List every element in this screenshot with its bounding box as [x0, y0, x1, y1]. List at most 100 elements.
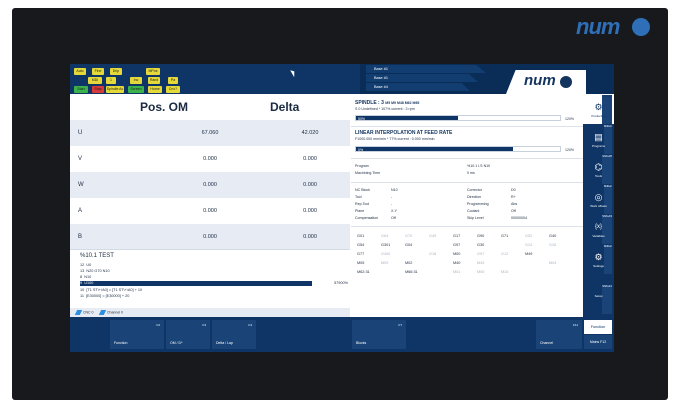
settings-gear-icon: ⚙ — [594, 252, 603, 262]
menu-work-offsets[interactable]: Shift+F ◎ Work offsets — [583, 184, 614, 214]
pa-button[interactable]: Pa — [168, 77, 178, 84]
info-label: Plane — [355, 209, 365, 213]
spindle-title: SPINDLE : 3 — [355, 100, 384, 106]
axis-position: 0.000 — [203, 234, 217, 240]
interp-subtitle: F1000.000 mm/min * 77% current : 0.000 m… — [355, 137, 435, 141]
stop-button[interactable]: Stop — [92, 86, 104, 93]
channel-cnc[interactable]: CNC 0 — [74, 310, 94, 315]
info-label: NC Block — [355, 188, 370, 192]
modal-code: M02 — [405, 261, 413, 265]
start-button[interactable]: Start — [74, 86, 88, 93]
axis-delta: 0.000 — [303, 234, 317, 240]
modal-code: M40 — [453, 261, 461, 265]
status-panel: SPINDLE : 3 M5 M9 M48 M62 M65 S 0 Undefi… — [351, 94, 583, 317]
modal-code: G04 — [405, 243, 413, 247]
program-line[interactable]: 11 [E30000] = [E30000] + 20 — [80, 294, 240, 299]
info-value: N10 — [391, 188, 398, 192]
home-button[interactable]: Home — [148, 86, 162, 93]
program-tab-1[interactable]: Base #1 — [366, 65, 486, 73]
modal-code: M09 — [381, 261, 389, 265]
info-label: Corrector — [467, 188, 482, 192]
axis-delta: 42.020 — [301, 130, 319, 136]
modal-code: G24 — [525, 243, 533, 247]
modal-code: M04 — [549, 261, 557, 265]
axis-row: U 67.060 42.020 — [70, 120, 350, 146]
machining-time-value: 0 ms — [467, 171, 475, 175]
axis-position: 0.000 — [203, 156, 217, 162]
modal-code: G01 — [357, 234, 365, 238]
modal-code: G54 — [357, 243, 365, 247]
modal-code: G77 — [357, 252, 365, 256]
program-line[interactable]: 12 U0 — [80, 263, 240, 268]
mode-auto-button[interactable]: Auto — [74, 68, 86, 75]
modal-code: G400 — [381, 252, 391, 256]
menu-production[interactable]: Shift+F8 ⚙ Production — [583, 94, 614, 124]
channel-0[interactable]: Channel 0 — [98, 310, 123, 315]
program-line-current[interactable]: 9 U100 57900% — [80, 281, 348, 286]
channel-bar: CNC 0 Channel 0 — [70, 308, 350, 317]
modal-code: M15 — [501, 270, 509, 274]
tools-icon: ⌬ — [594, 162, 603, 172]
channel-1-button[interactable]: 1 — [106, 77, 116, 84]
modal-code: G17 — [453, 234, 461, 238]
info-value: D0 — [511, 188, 516, 192]
modal-code: M05 — [477, 270, 485, 274]
menu-variables[interactable]: Shift+F3 {x} Variables — [583, 214, 614, 244]
modal-code: M66:31 — [405, 270, 418, 274]
modal-code: G301 — [381, 243, 391, 247]
softkey-blocks[interactable]: F7 Blocks — [352, 320, 406, 349]
mpos-button[interactable]: MPos — [146, 68, 160, 75]
modal-code: M00 — [453, 252, 461, 256]
menu-setup[interactable]: Shift+F1 Setup — [583, 284, 614, 314]
function-button[interactable]: Function — [584, 320, 612, 334]
interpolation-section: LINEAR INTERPOLATION AT FEED RATE F1000.… — [355, 130, 579, 141]
spindle-subtitle: S 0 Undefined * 107% current : 3 rpm — [355, 107, 415, 111]
softkey-function[interactable]: F2 Function — [110, 320, 164, 349]
mode-fine-button[interactable]: Fine — [92, 68, 104, 75]
info-value: 00000004 — [511, 216, 527, 220]
program-line[interactable]: 13 N20 G70 N10 — [80, 269, 240, 274]
screen-button[interactable]: Screen — [128, 86, 144, 93]
program-tab-2[interactable]: Base #1 — [366, 74, 478, 82]
axis-position: 0.000 — [203, 208, 217, 214]
modal-code: G71 — [501, 234, 509, 238]
delta-title: Delta — [270, 100, 300, 114]
modal-code: G30 — [477, 243, 485, 247]
top-bar: Auto Fine Drip MPos MDI 1 Inc Rand Pa St… — [70, 64, 614, 94]
info-label: Compensation — [355, 216, 379, 220]
modal-code: G18 — [429, 252, 437, 256]
pos-om-title: Pos. OM — [140, 100, 189, 114]
softkey-om[interactable]: F3 OM / D* — [166, 320, 210, 349]
axis-name: B — [78, 234, 83, 240]
menu-settings[interactable]: Shift+F ⚙ Settings — [583, 244, 614, 274]
work-offsets-icon: ◎ — [594, 192, 603, 202]
mains-button[interactable]: Mains F12 — [584, 335, 612, 349]
mode-drip-button[interactable]: Drip — [110, 68, 122, 75]
program-tab-3[interactable]: Base #4 — [366, 83, 470, 91]
menu-programs[interactable]: Shift+F ▤ Programs — [583, 124, 614, 154]
mode-mdi-button[interactable]: MDI — [88, 77, 102, 84]
menu-tools[interactable]: Shift+F6 ⌬ Tools — [583, 154, 614, 184]
spindle-button[interactable]: Spindle Ac — [106, 86, 124, 93]
machining-time-label: Machining Time — [355, 171, 381, 175]
programs-icon: ▤ — [594, 132, 603, 142]
modal-code: M49 — [525, 252, 533, 256]
program-line[interactable]: 8 N10 — [80, 275, 240, 280]
rand-button[interactable]: Rand — [148, 77, 160, 84]
spindle-override-bar: 50% 120% — [355, 115, 574, 121]
softkey-delta[interactable]: F4 Delta / Lap — [212, 320, 256, 349]
cnx-button[interactable]: Cnx? — [166, 86, 180, 93]
axis-position: 0.000 — [203, 182, 217, 188]
info-value: - — [391, 195, 393, 199]
modal-code: G52 — [525, 234, 533, 238]
info-value: R+ — [511, 195, 516, 199]
info-label: Coolant — [467, 209, 480, 213]
modal-code: G12 — [501, 252, 509, 256]
softkey-channel[interactable]: F11 Channel — [536, 320, 582, 349]
inc-button[interactable]: Inc — [130, 77, 142, 84]
interp-title: LINEAR INTERPOLATION AT FEED RATE — [355, 130, 453, 136]
axis-delta: 0.000 — [303, 156, 317, 162]
production-gear-icon: ⚙ — [594, 102, 603, 112]
program-line[interactable]: 10 [T1 ST\+\A0] = [T1 ST\+\A0] + 10 — [80, 288, 240, 293]
modal-code: G57 — [477, 252, 485, 256]
